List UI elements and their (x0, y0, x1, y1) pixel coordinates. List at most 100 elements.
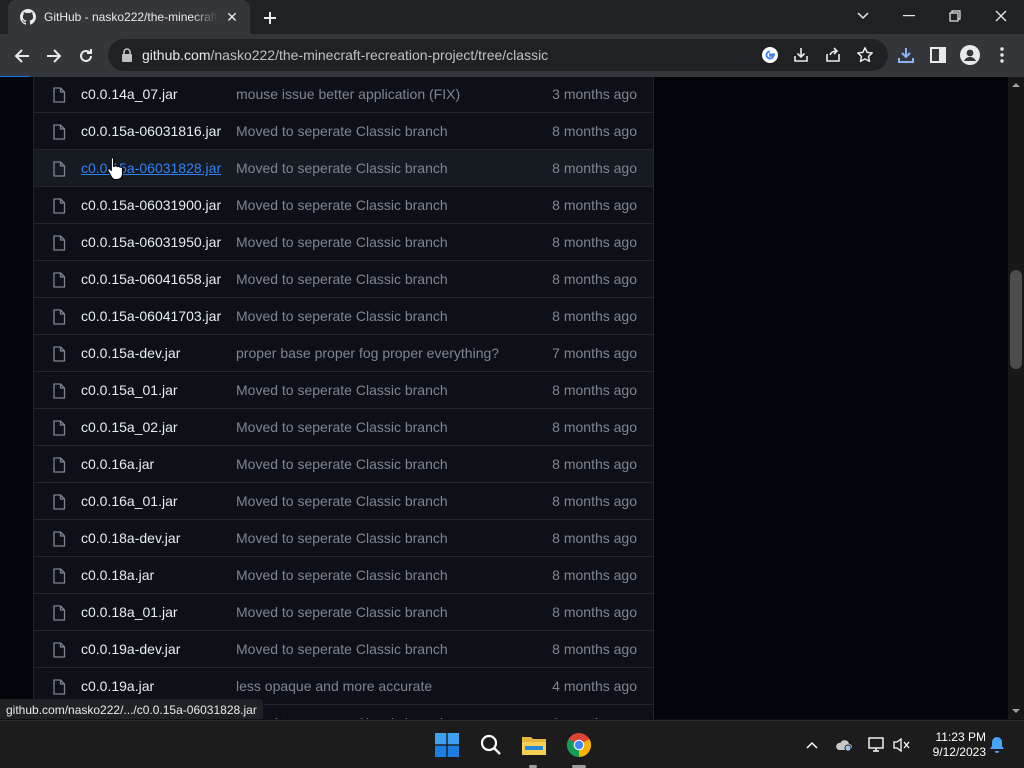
show-hidden-icons-chevron-icon[interactable] (803, 736, 821, 754)
downloads-icon[interactable] (896, 45, 916, 65)
active-tab[interactable]: GitHub - nasko222/the-minecraft-recreati… (8, 0, 250, 34)
chrome-menu-icon[interactable] (992, 45, 1012, 65)
commit-date: 8 months ago (552, 419, 637, 435)
commit-date: 8 months ago (552, 197, 637, 213)
scroll-up-icon[interactable] (1012, 81, 1020, 89)
commit-message-link[interactable]: Moved to seperate Classic branch (236, 631, 448, 667)
commit-message-link[interactable]: Moved to seperate Classic branch (236, 520, 448, 556)
file-row[interactable]: c0.0.16a_01.jar Moved to seperate Classic… (34, 482, 653, 519)
tab-close-icon[interactable]: ✕ (224, 9, 240, 25)
system-clock[interactable]: 11:23 PM 9/12/2023 (920, 730, 986, 760)
file-row[interactable]: c0.0.16a.jar Moved to seperate Classic br… (34, 445, 653, 482)
bookmark-star-icon[interactable] (855, 45, 875, 65)
file-row[interactable]: c0.0.14a_07.jar mouse issue better applic… (34, 77, 653, 112)
commit-message-link[interactable]: proper base proper fog proper everything… (236, 335, 499, 371)
file-row[interactable]: c0.0.18a-dev.jar Moved to seperate Classi… (34, 519, 653, 556)
commit-message-link[interactable]: Moved to seperate Classic branch (236, 594, 448, 630)
minimize-icon[interactable] (886, 0, 932, 32)
restore-icon[interactable] (932, 0, 978, 32)
commit-message-link[interactable]: Moved to seperate Classic branch (236, 113, 448, 149)
file-icon (52, 124, 66, 140)
reload-icon[interactable] (72, 42, 100, 70)
address-bar[interactable]: github.com/nasko222/the-minecraft-recrea… (108, 39, 888, 71)
search-icon[interactable] (475, 729, 507, 761)
file-name-link[interactable]: c0.0.15a-06031900.jar (81, 187, 221, 223)
file-name-link[interactable]: c0.0.15a-06041658.jar (81, 261, 221, 297)
file-name-link[interactable]: c0.0.18a-dev.jar (81, 520, 180, 556)
commit-message-link[interactable]: Moved to seperate Classic branch (236, 483, 448, 519)
commit-date: 8 months ago (552, 705, 637, 719)
volume-muted-icon[interactable] (893, 736, 911, 754)
commit-message-link[interactable]: Moved to seperate Classic branch (236, 705, 448, 719)
file-row[interactable]: c0.0.15a-06041658.jar Moved to seperate C… (34, 260, 653, 297)
chrome-icon[interactable] (563, 729, 595, 761)
page-scrollbar[interactable] (1008, 77, 1024, 719)
file-name-link[interactable]: c0.0.15a-dev.jar (81, 335, 180, 371)
file-icon (52, 161, 66, 177)
file-row[interactable]: c0.0.15a-dev.jar proper base proper fog p… (34, 334, 653, 371)
profile-avatar-icon[interactable] (960, 45, 980, 65)
file-name-link[interactable]: c0.0.15a_01.jar (81, 372, 178, 408)
new-tab-icon[interactable] (260, 8, 280, 28)
scroll-down-icon[interactable] (1012, 707, 1020, 715)
file-row[interactable]: c0.0.15a-06031828.jar Moved to seperate C… (34, 149, 653, 186)
commit-message-link[interactable]: Moved to seperate Classic branch (236, 261, 448, 297)
commit-date: 8 months ago (552, 123, 637, 139)
commit-message-link[interactable]: Moved to seperate Classic branch (236, 372, 448, 408)
file-icon (52, 309, 66, 325)
file-icon (52, 346, 66, 362)
commit-message-link[interactable]: Moved to seperate Classic branch (236, 298, 448, 334)
side-panel-icon[interactable] (928, 45, 948, 65)
file-name-link[interactable]: c0.0.15a-06031828.jar (81, 150, 221, 186)
commit-message-link[interactable]: Moved to seperate Classic branch (236, 150, 448, 186)
file-name-link[interactable]: c0.0.18a_01.jar (81, 594, 178, 630)
commit-message-link[interactable]: Moved to seperate Classic branch (236, 446, 448, 482)
file-row[interactable]: c0.0.18a_01.jar Moved to seperate Classic… (34, 593, 653, 630)
file-name-link[interactable]: c0.0.15a-06031950.jar (81, 224, 221, 260)
file-name-link[interactable]: c0.0.15a-06041703.jar (81, 298, 221, 334)
close-window-icon[interactable] (978, 0, 1024, 32)
onedrive-icon[interactable] (835, 736, 853, 754)
hand-cursor-icon (107, 156, 124, 180)
file-name-link[interactable]: c0.0.18a.jar (81, 557, 154, 593)
url-text[interactable]: github.com/nasko222/the-minecraft-recrea… (142, 39, 548, 71)
commit-message-link[interactable]: mouse issue better application (FIX) (236, 77, 460, 112)
file-row[interactable]: c0.0.15a-06031950.jar Moved to seperate C… (34, 223, 653, 260)
google-lens-icon[interactable] (760, 45, 780, 65)
file-row[interactable]: c0.0.15a-06031900.jar Moved to seperate C… (34, 186, 653, 223)
file-name-link[interactable]: c0.0.19a-dev.jar (81, 631, 180, 667)
file-name-link[interactable]: c0.0.16a_01.jar (81, 483, 178, 519)
file-icon (52, 605, 66, 621)
file-row[interactable]: c0.0.19a-dev.jar Moved to seperate Classi… (34, 630, 653, 667)
link-status-bubble: github.com/nasko222/.../c0.0.15a-0603182… (0, 699, 263, 719)
tab-search-icon[interactable] (840, 0, 886, 32)
share-icon[interactable] (823, 45, 843, 65)
file-row[interactable]: c0.0.15a_02.jar Moved to seperate Classic… (34, 408, 653, 445)
file-row[interactable]: c0.0.15a_01.jar Moved to seperate Classic… (34, 371, 653, 408)
file-icon (52, 568, 66, 584)
scrollbar-thumb[interactable] (1010, 270, 1022, 369)
file-row[interactable]: c0.0.15a-06041703.jar Moved to seperate C… (34, 297, 653, 334)
file-icon (52, 642, 66, 658)
commit-date: 8 months ago (552, 308, 637, 324)
file-name-link[interactable]: c0.0.15a_02.jar (81, 409, 178, 445)
commit-message-link[interactable]: Moved to seperate Classic branch (236, 557, 448, 593)
notification-bell-icon[interactable] (988, 736, 1006, 754)
file-name-link[interactable]: c0.0.14a_07.jar (81, 77, 178, 112)
windows-start-icon[interactable] (431, 729, 463, 761)
commit-message-link[interactable]: Moved to seperate Classic branch (236, 224, 448, 260)
back-arrow-icon[interactable] (8, 42, 36, 70)
commit-date: 4 months ago (552, 678, 637, 694)
commit-message-link[interactable]: less opaque and more accurate (236, 668, 432, 704)
file-row[interactable]: c0.0.15a-06031816.jar Moved to seperate C… (34, 112, 653, 149)
file-name-link[interactable]: c0.0.16a.jar (81, 446, 154, 482)
commit-message-link[interactable]: Moved to seperate Classic branch (236, 187, 448, 223)
network-icon[interactable] (868, 736, 886, 754)
install-app-icon[interactable] (791, 45, 811, 65)
file-explorer-icon[interactable] (518, 729, 550, 761)
forward-arrow-icon[interactable] (40, 42, 68, 70)
commit-message-link[interactable]: Moved to seperate Classic branch (236, 409, 448, 445)
file-row[interactable]: c0.0.18a.jar Moved to seperate Classic br… (34, 556, 653, 593)
lock-icon[interactable] (120, 47, 134, 63)
file-name-link[interactable]: c0.0.15a-06031816.jar (81, 113, 221, 149)
